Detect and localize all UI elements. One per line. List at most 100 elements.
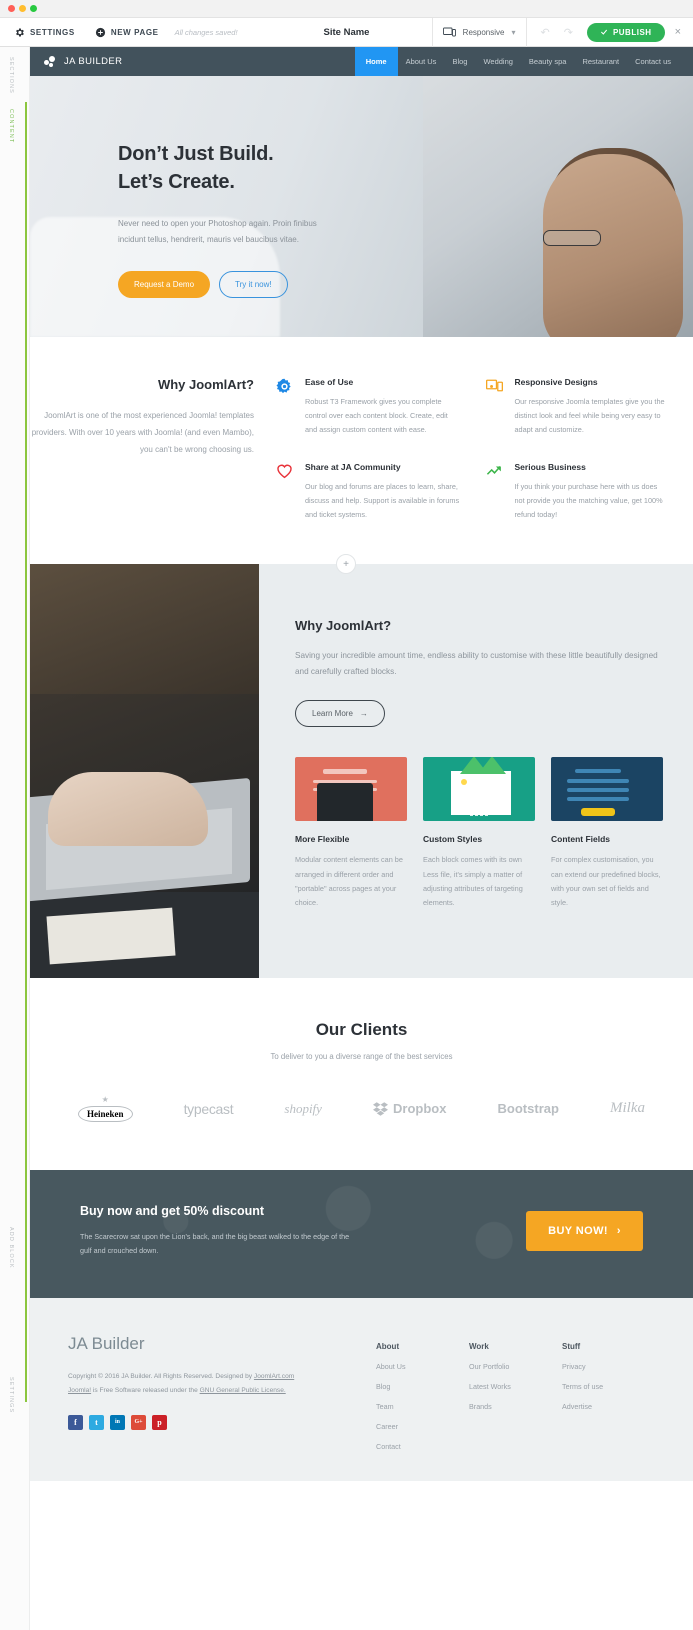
twitter-icon[interactable]: t [89, 1414, 104, 1430]
window-close-dot[interactable] [8, 5, 15, 12]
split-section: + Why JoomlArt? Saving your incredible a… [30, 554, 693, 979]
footer-link-columns: About About Us Blog Team Career Contact … [358, 1334, 655, 1451]
footer-link-team[interactable]: Team [376, 1402, 469, 1411]
check-icon [600, 29, 607, 35]
gear-icon [276, 377, 294, 438]
window-minimize-dot[interactable] [19, 5, 26, 12]
footer-link-blog[interactable]: Blog [376, 1382, 469, 1391]
request-demo-button[interactable]: Request a Demo [118, 270, 211, 298]
footer-brand-block: JA Builder Copyright © 2016 JA Builder. … [68, 1334, 358, 1451]
settings-button[interactable]: SETTINGS [0, 18, 85, 46]
footer-link-our-portfolio[interactable]: Our Portfolio [469, 1362, 562, 1371]
tablet-icon [317, 783, 373, 822]
nav-item-home[interactable]: Home [354, 47, 398, 76]
site-logo[interactable]: JA BUILDER [44, 55, 122, 68]
google-plus-icon[interactable]: G+ [131, 1414, 146, 1430]
footer-column-about: About About Us Blog Team Career Contact [376, 1342, 469, 1451]
split-heading: Why JoomlArt? [295, 618, 392, 634]
pinterest-icon[interactable]: p [152, 1414, 167, 1430]
card-text: Each block comes with its own Less file,… [423, 855, 523, 907]
card-image-tablet [295, 757, 407, 822]
site-navigation: Home About Us Blog Wedding Beauty spa Re… [354, 47, 679, 76]
feature-body: Responsive Designs Our responsive Joomla… [515, 377, 670, 438]
footer-column-work: Work Our Portfolio Latest Works Brands [469, 1342, 562, 1451]
cta-content: Buy now and get 50% discount The Scarecr… [80, 1204, 526, 1257]
nav-item-wedding[interactable]: Wedding [475, 47, 520, 76]
linkedin-icon[interactable]: in [110, 1414, 125, 1430]
window-maximize-dot[interactable] [30, 5, 37, 12]
feature-ease-of-use: Ease of Use Robust T3 Framework gives yo… [276, 377, 460, 438]
gear-icon [16, 28, 24, 36]
close-editor-button[interactable]: × [665, 26, 693, 38]
cta-section: Buy now and get 50% discount The Scarecr… [30, 1170, 693, 1298]
settings-label: SETTINGS [30, 27, 75, 37]
rail-tab-add-block[interactable]: ADD BLOCK [8, 1227, 14, 1269]
facebook-icon[interactable]: f [68, 1414, 83, 1430]
cta-heading: Buy now and get 50% discount [80, 1204, 265, 1219]
footer-link-brands[interactable]: Brands [469, 1402, 562, 1411]
footer-link-latest-works[interactable]: Latest Works [469, 1382, 562, 1391]
feature-share-at-ja-community: Share at JA Community Our blog and forum… [276, 462, 460, 523]
clients-heading: Our Clients [315, 1020, 408, 1040]
learn-more-label: Learn More [312, 709, 353, 719]
photo-person-torso [30, 564, 259, 695]
footer-column-title: About [376, 1341, 400, 1351]
card-text: Modular content elements can be arranged… [295, 855, 403, 907]
nav-item-about-us[interactable]: About Us [398, 47, 445, 76]
clients-section: Our Clients To deliver to you a diverse … [30, 978, 693, 1171]
split-paragraph: Saving your incredible amount time, endl… [295, 651, 658, 677]
features-grid: Ease of Use Robust T3 Framework gives yo… [276, 377, 693, 522]
feature-title: Share at JA Community [305, 461, 401, 472]
footer-link-career[interactable]: Career [376, 1422, 469, 1431]
heart-icon [276, 462, 294, 523]
footer-column-stuff: Stuff Privacy Terms of use Advertise [562, 1342, 655, 1451]
footer-copyright: Copyright © 2016 JA Builder. All Rights … [68, 1370, 358, 1399]
client-logo-label: Dropbox [393, 1101, 447, 1117]
learn-more-button[interactable]: Learn More → [295, 700, 385, 728]
arrow-right-icon: → [359, 709, 368, 719]
trending-up-icon [486, 462, 504, 523]
publish-button[interactable]: PUBLISH [586, 22, 665, 42]
footer-link-contact[interactable]: Contact [376, 1442, 469, 1451]
client-logo-label: Heineken [78, 1106, 133, 1123]
client-logo-dropbox: Dropbox [373, 1101, 446, 1116]
undo-icon[interactable]: ↶ [541, 26, 550, 39]
rail-tab-settings[interactable]: SETTINGS [8, 1377, 14, 1413]
card-custom-styles[interactable]: Custom Styles Each block comes with its … [423, 757, 535, 910]
hero-section: Don’t Just Build. Let’s Create. Never ne… [30, 76, 693, 337]
new-page-button[interactable]: NEW PAGE [85, 18, 169, 46]
feature-body: Share at JA Community Our blog and forum… [305, 462, 460, 523]
hero-heading-line-2: Let’s Create. [118, 171, 235, 193]
nav-item-beauty-spa[interactable]: Beauty spa [521, 47, 575, 76]
joomlart-link[interactable]: JoomlArt.com [254, 1373, 294, 1380]
try-it-now-button[interactable]: Try it now! [219, 270, 288, 298]
viewport-selector[interactable]: Responsive ▾ [433, 27, 526, 38]
features-heading: Why JoomlArt? [157, 377, 254, 392]
buy-now-button[interactable]: BUY NOW! › [526, 1210, 643, 1251]
feature-body: Serious Business If you think your purch… [515, 462, 670, 523]
feature-body: Ease of Use Robust T3 Framework gives yo… [305, 377, 460, 438]
nav-item-restaurant[interactable]: Restaurant [574, 47, 627, 76]
card-content-fields[interactable]: Content Fields For complex customisation… [551, 757, 663, 910]
photo-hands [48, 772, 208, 847]
monitor-icon [485, 377, 504, 438]
footer-link-terms-of-use[interactable]: Terms of use [562, 1382, 655, 1391]
carousel-dots [470, 813, 488, 817]
feature-title: Serious Business [514, 461, 586, 472]
nav-item-contact-us[interactable]: Contact us [627, 47, 679, 76]
features-section: Why JoomlArt? JoomlArt is one of the mos… [30, 337, 693, 565]
clients-subheading: To deliver to you a diverse range of the… [270, 1052, 453, 1062]
footer-link-privacy[interactable]: Privacy [562, 1362, 655, 1371]
card-more-flexible[interactable]: More Flexible Modular content elements c… [295, 757, 407, 910]
rail-tab-sections[interactable]: SECTIONS [8, 57, 14, 94]
photo-notebook [46, 907, 176, 965]
gpl-license-link[interactable]: GNU General Public License. [200, 1387, 286, 1394]
footer-link-advertise[interactable]: Advertise [562, 1402, 655, 1411]
redo-icon[interactable]: ↷ [564, 26, 573, 39]
joomla-link[interactable]: Joomla! [68, 1387, 91, 1394]
hero-content: Don’t Just Build. Let’s Create. Never ne… [30, 76, 693, 298]
card-title: More Flexible [295, 834, 350, 845]
footer-link-about-us[interactable]: About Us [376, 1362, 469, 1371]
nav-item-blog[interactable]: Blog [444, 47, 475, 76]
rail-tab-content[interactable]: CONTENT [8, 109, 14, 143]
